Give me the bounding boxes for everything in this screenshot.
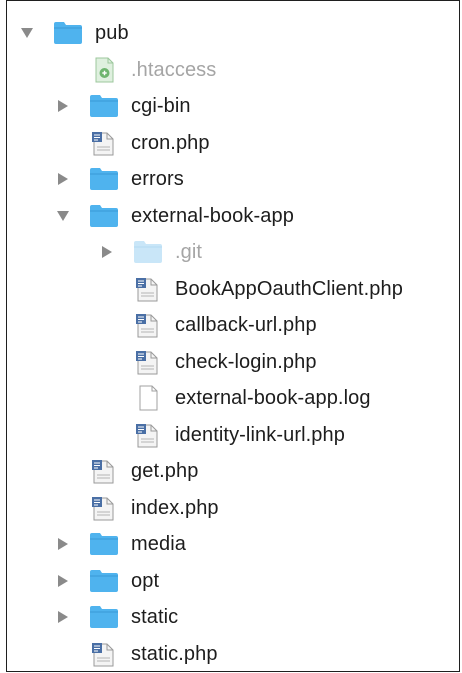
folder-icon [89,166,119,192]
php-file-icon [89,130,119,156]
tree-row-external-book-app-log[interactable]: external-book-app.log [7,380,459,417]
php-file-icon [133,349,163,375]
php-file-icon [133,422,163,448]
tree-row-static-php[interactable]: static.php [7,636,459,672]
folder-icon [53,20,83,46]
file-tree: pub .htaccess cgi-bin cron.php errors ex… [7,15,459,672]
tree-row-pub[interactable]: pub [7,15,459,52]
tree-row-external-book-app[interactable]: external-book-app [7,198,459,235]
disclosure-collapsed-icon[interactable] [57,574,69,587]
tree-row-label: BookAppOauthClient.php [175,277,403,300]
tree-row-errors[interactable]: errors [7,161,459,198]
tree-row-callback-url-php[interactable]: callback-url.php [7,307,459,344]
tree-row-label: static.php [131,642,218,665]
disclosure-expanded-icon[interactable] [21,27,33,39]
php-file-icon [133,276,163,302]
disclosure-expanded-icon[interactable] [57,210,69,222]
tree-row-label: cgi-bin [131,95,191,118]
htaccess-file-icon [89,57,119,83]
tree-row-label: cron.php [131,131,210,154]
tree-row-label: media [131,533,186,556]
disclosure-collapsed-icon[interactable] [57,611,69,624]
disclosure-collapsed-icon[interactable] [101,246,113,259]
tree-row-label: external-book-app.log [175,387,371,410]
tree-row-label: static [131,606,179,629]
tree-row-htaccess[interactable]: .htaccess [7,52,459,89]
tree-row-get-php[interactable]: get.php [7,453,459,490]
tree-row-index-php[interactable]: index.php [7,490,459,527]
php-file-icon [89,641,119,667]
tree-row-cgi-bin[interactable]: cgi-bin [7,88,459,125]
tree-row-label: opt [131,569,160,592]
file-tree-panel: pub .htaccess cgi-bin cron.php errors ex… [6,0,460,672]
tree-row-label: pub [95,22,129,45]
php-file-icon [133,312,163,338]
tree-row-git[interactable]: .git [7,234,459,271]
tree-row-label: external-book-app [131,204,294,227]
text-file-icon [133,385,163,411]
tree-row-label: index.php [131,496,219,519]
tree-row-label: errors [131,168,184,191]
folder-icon [89,93,119,119]
disclosure-collapsed-icon[interactable] [57,100,69,113]
php-file-icon [89,458,119,484]
folder-icon [133,239,163,265]
tree-row-label: .git [175,241,203,264]
tree-row-label: check-login.php [175,350,317,373]
folder-icon [89,531,119,557]
tree-row-cron-php[interactable]: cron.php [7,125,459,162]
folder-icon [89,568,119,594]
tree-row-label: .htaccess [131,58,217,81]
tree-row-opt[interactable]: opt [7,563,459,600]
tree-row-static[interactable]: static [7,599,459,636]
disclosure-collapsed-icon[interactable] [57,538,69,551]
disclosure-collapsed-icon[interactable] [57,173,69,186]
tree-row-check-login-php[interactable]: check-login.php [7,344,459,381]
folder-icon [89,604,119,630]
php-file-icon [89,495,119,521]
tree-row-identity-link-url-php[interactable]: identity-link-url.php [7,417,459,454]
folder-icon [89,203,119,229]
tree-row-label: get.php [131,460,199,483]
tree-row-bookappoauthclient-php[interactable]: BookAppOauthClient.php [7,271,459,308]
tree-row-media[interactable]: media [7,526,459,563]
tree-row-label: callback-url.php [175,314,317,337]
tree-row-label: identity-link-url.php [175,423,345,446]
